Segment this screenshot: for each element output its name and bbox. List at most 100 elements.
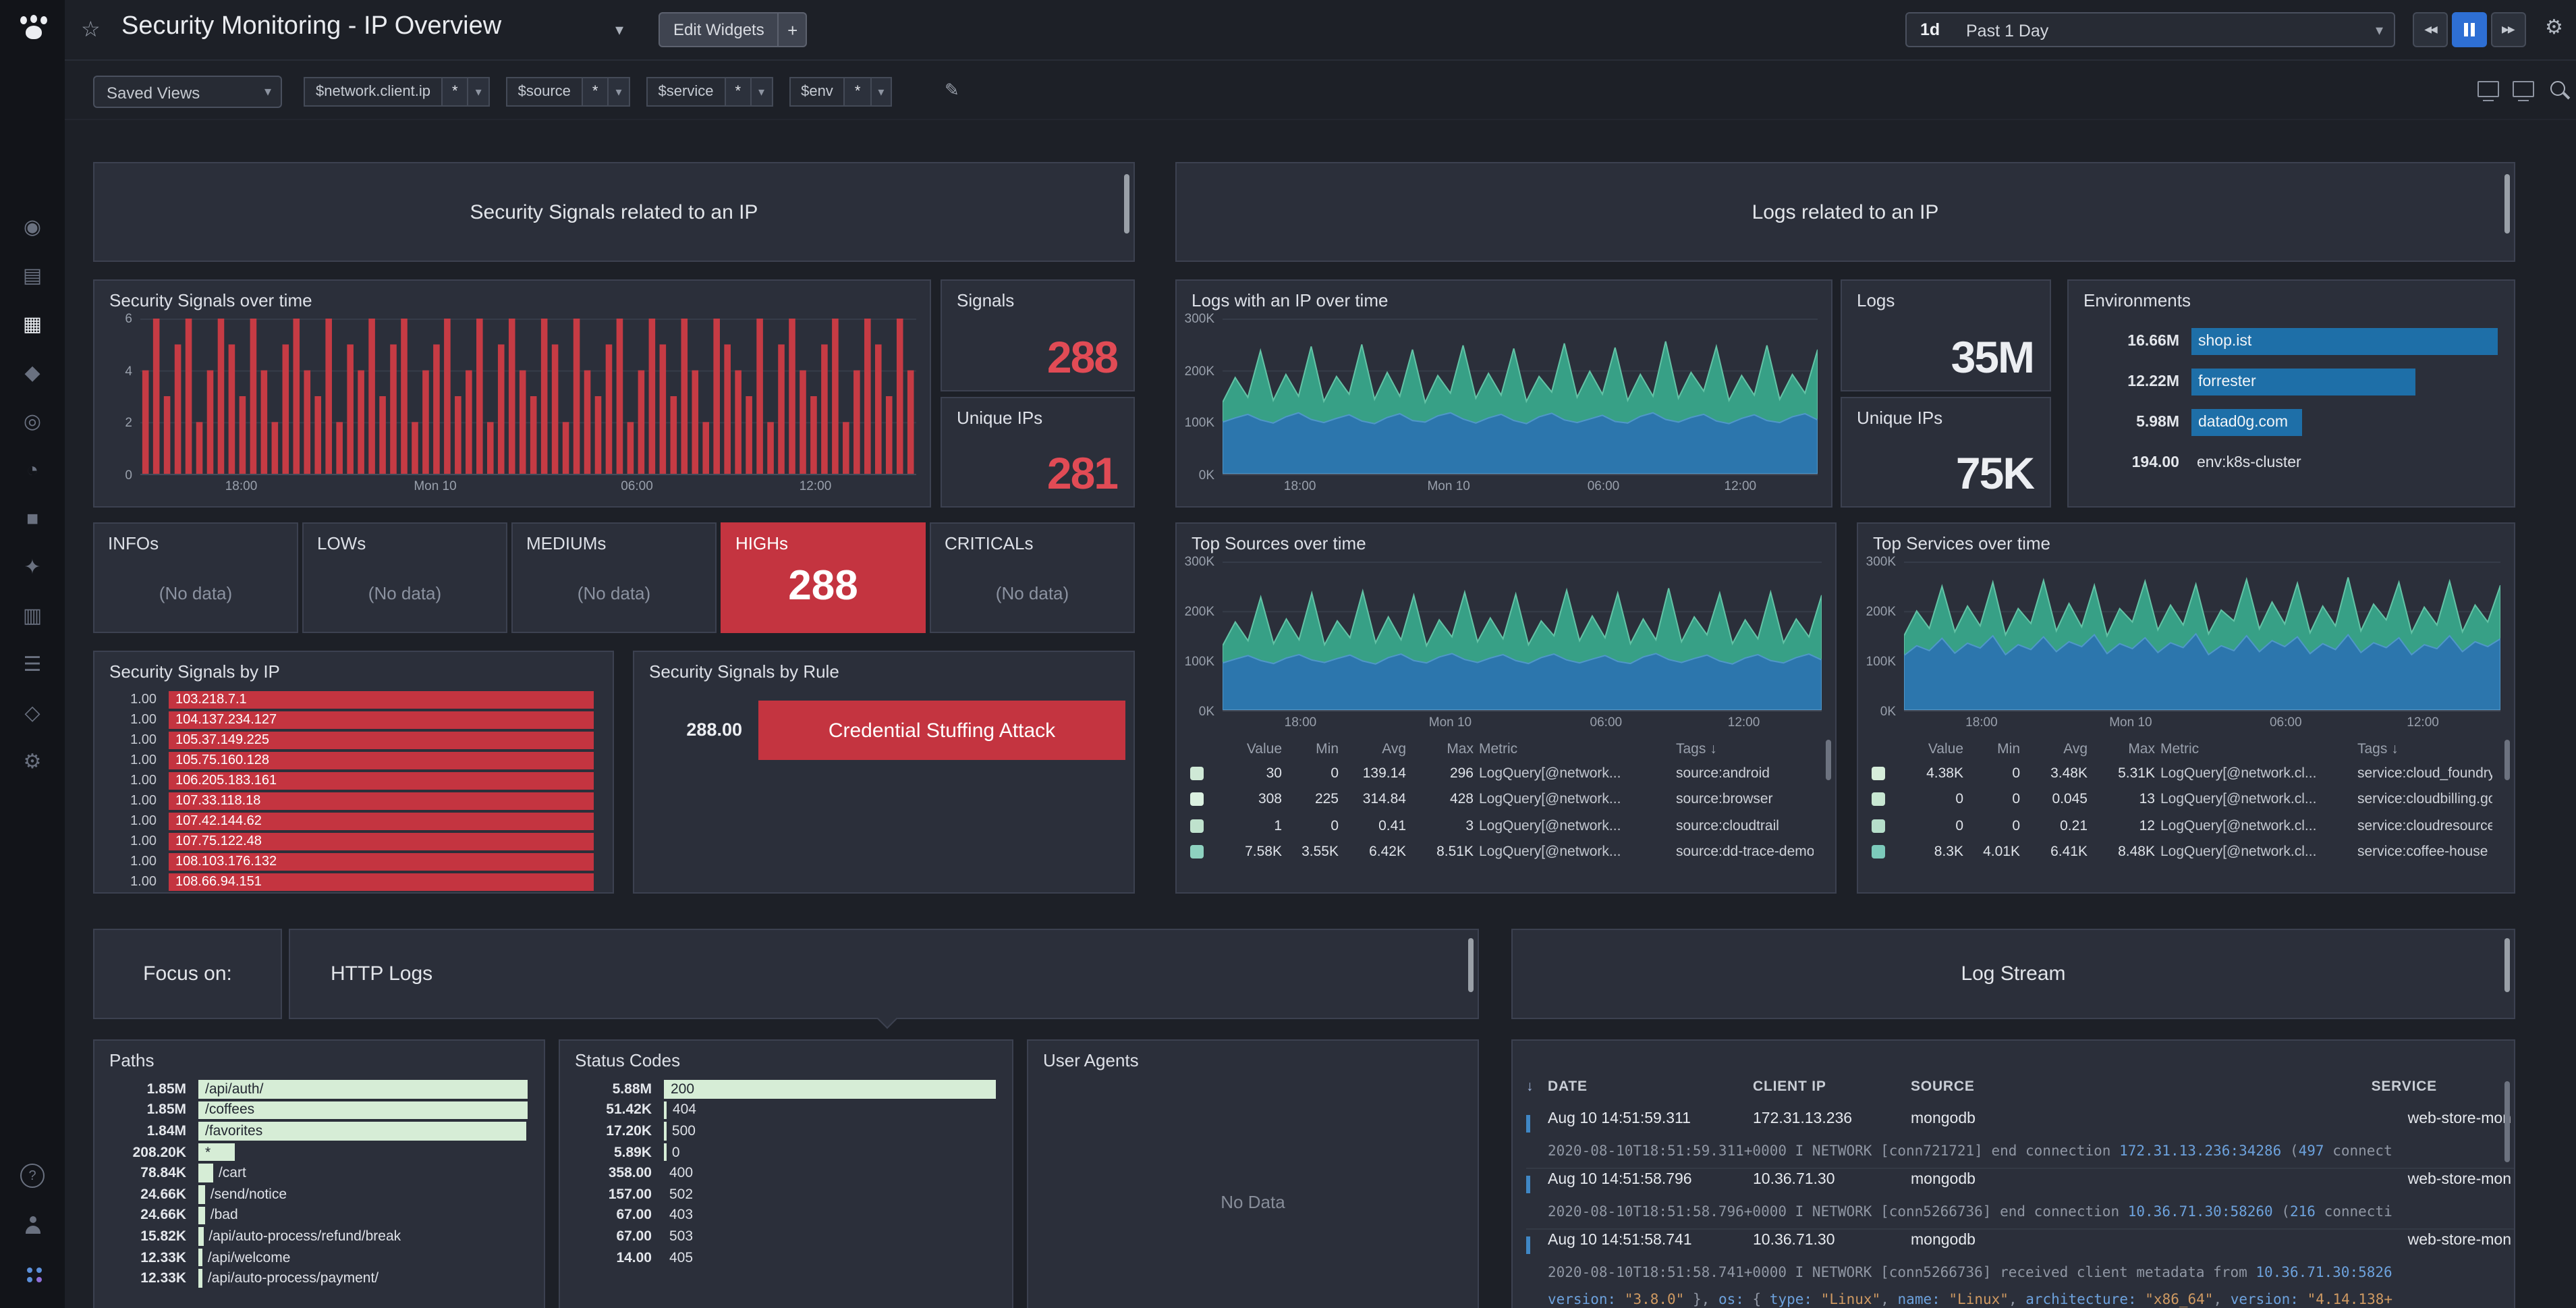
toplist-row[interactable]: 1.00108.103.176.132: [105, 852, 594, 872]
toplist-row[interactable]: 15.82K/api/auto-process/refund/break: [108, 1226, 528, 1247]
legend-row[interactable]: 8.3K4.01K6.41K8.48KLogQuery[@network.cl.…: [1872, 839, 2492, 865]
toplist-row[interactable]: 208.20K*: [108, 1142, 528, 1163]
toplist-row[interactable]: 16.66Mshop.ist: [2082, 321, 2498, 362]
rule-bar[interactable]: Credential Stuffing Attack: [758, 701, 1125, 760]
logs-area-chart[interactable]: 300K200K100K0K18:00Mon 1006:0012:00: [1182, 319, 1818, 495]
column-service[interactable]: SERVICE: [2372, 1079, 2437, 1095]
toplist-row[interactable]: 78.84K/cart: [108, 1163, 528, 1184]
datadog-logo[interactable]: [19, 16, 49, 43]
toplist-row[interactable]: 24.66K/bad: [108, 1205, 528, 1226]
column-client-ip[interactable]: CLIENT IP: [1753, 1079, 1826, 1095]
scrollbar[interactable]: [1468, 938, 1474, 992]
toplist-row[interactable]: 1.00107.42.144.62: [105, 811, 594, 832]
legend-row[interactable]: 308225314.84428LogQuery[@network...sourc…: [1190, 786, 1814, 813]
saved-views-select[interactable]: Saved Views ▾: [93, 76, 282, 108]
legend-row[interactable]: 100.413LogQuery[@network...source:cloudt…: [1190, 813, 1814, 839]
toplist-row[interactable]: 12.33K/api/welcome: [108, 1247, 528, 1268]
toplist-row[interactable]: 194.00env:k8s-cluster: [2082, 443, 2498, 483]
scrollbar[interactable]: [2504, 938, 2510, 992]
toplist-row[interactable]: 1.00103.218.7.1: [105, 690, 594, 710]
severity-highs[interactable]: HIGHs288: [721, 522, 926, 633]
scrollbar[interactable]: [1826, 740, 1831, 780]
apm-icon[interactable]: ✦: [0, 543, 65, 591]
log-entry[interactable]: Aug 10 14:51:58.74110.36.71.30mongodbweb…: [1526, 1228, 2514, 1308]
template-variable[interactable]: $source*▾: [506, 77, 630, 107]
security-signals-bar-chart[interactable]: 642018:00Mon 1006:0012:00: [100, 319, 916, 495]
legend-row[interactable]: 4.38K03.48K5.31KLogQuery[@network.cl...s…: [1872, 760, 2492, 786]
time-pause-button[interactable]: [2452, 12, 2487, 47]
template-variable[interactable]: $service*▾: [646, 77, 773, 107]
toplist-row[interactable]: 1.85M/coffees: [108, 1099, 528, 1120]
column-date[interactable]: DATE: [1548, 1079, 1588, 1095]
legend-row[interactable]: 000.04513LogQuery[@network.cl...service:…: [1872, 786, 2492, 813]
fullscreen-icon[interactable]: [2513, 81, 2534, 97]
watchdog-icon[interactable]: ◉: [0, 202, 65, 251]
scrollbar[interactable]: [2504, 740, 2510, 780]
toplist-row[interactable]: 157.00502: [573, 1184, 996, 1205]
severity-lows[interactable]: LOWs(No data): [302, 522, 507, 633]
logs-icon[interactable]: ☰: [0, 640, 65, 688]
legend-row[interactable]: 000.2112LogQuery[@network.cl...service:c…: [1872, 813, 2492, 839]
metrics-icon[interactable]: ◔: [0, 445, 65, 494]
severity-criticals[interactable]: CRITICALs(No data): [930, 522, 1135, 633]
toplist-row[interactable]: 5.89K0: [573, 1142, 996, 1163]
toplist-row[interactable]: 1.00104.137.234.127: [105, 710, 594, 730]
title-chevron-down-icon[interactable]: ▾: [615, 20, 623, 39]
bits-icon[interactable]: [0, 1249, 65, 1297]
gear-icon[interactable]: ⚙: [2545, 15, 2563, 39]
toplist-row[interactable]: 1.00107.75.122.48: [105, 832, 594, 852]
time-forward-button[interactable]: ◀◀: [2491, 12, 2526, 47]
toplist-row[interactable]: 1.00106.205.183.161: [105, 771, 594, 791]
toplist-row[interactable]: 1.00105.37.149.225: [105, 730, 594, 751]
template-variable[interactable]: $network.client.ip*▾: [304, 77, 490, 107]
toplist-row[interactable]: 14.00405: [573, 1247, 996, 1268]
toplist-row[interactable]: 1.00108.66.94.151: [105, 872, 594, 892]
top-services-area-chart[interactable]: 300K200K100K0K18:00Mon 1006:0012:00: [1864, 562, 2500, 732]
log-entry[interactable]: Aug 10 14:51:59.311172.31.13.236mongodbw…: [1526, 1108, 2514, 1168]
time-back-button[interactable]: ◀◀: [2413, 12, 2448, 47]
notebooks-icon[interactable]: ▥: [0, 591, 65, 640]
edit-widgets-button[interactable]: Edit Widgets +: [659, 12, 808, 47]
template-variable[interactable]: $env*▾: [789, 77, 892, 107]
toplist-row[interactable]: 17.20K500: [573, 1120, 996, 1141]
severity-infos[interactable]: INFOs(No data): [93, 522, 298, 633]
security-icon[interactable]: ◇: [0, 688, 65, 737]
legend-row[interactable]: 7.58K3.55K6.42K8.51KLogQuery[@network...…: [1190, 839, 1814, 865]
toplist-row[interactable]: 1.84M/favorites: [108, 1120, 528, 1141]
toplist-row[interactable]: 1.00105.75.160.128: [105, 751, 594, 771]
help-icon[interactable]: ?: [0, 1151, 65, 1200]
legend-row[interactable]: 300139.14296LogQuery[@network...source:a…: [1190, 760, 1814, 786]
column-source[interactable]: SOURCE: [1911, 1079, 1975, 1095]
scrollbar[interactable]: [2504, 1081, 2510, 1162]
integrations-icon[interactable]: ■: [0, 494, 65, 543]
edit-variables-pencil-icon[interactable]: ✎: [945, 80, 959, 101]
toplist-row[interactable]: 5.88M200: [573, 1079, 996, 1099]
toplist-row[interactable]: 51.42K404: [573, 1099, 996, 1120]
favorite-star-icon[interactable]: ☆: [81, 16, 101, 43]
toplist-row[interactable]: 5.98Mdatad0g.com: [2082, 402, 2498, 443]
user-icon[interactable]: [0, 1200, 65, 1249]
scrollbar[interactable]: [2504, 174, 2510, 234]
infrastructure-icon[interactable]: ◆: [0, 348, 65, 397]
tv-mode-icon[interactable]: [2477, 81, 2499, 97]
toplist-row[interactable]: 12.22Mforrester: [2082, 362, 2498, 402]
events-icon[interactable]: ▤: [0, 251, 65, 300]
toplist-row[interactable]: 1.00107.33.118.18: [105, 791, 594, 811]
dashboards-icon[interactable]: ▦: [0, 300, 65, 348]
settings-icon[interactable]: ⚙: [0, 737, 65, 786]
log-entry[interactable]: Aug 10 14:51:58.79610.36.71.30mongodbweb…: [1526, 1168, 2514, 1228]
toplist-row[interactable]: 1.85M/api/auth/: [108, 1079, 528, 1099]
toplist-row[interactable]: 67.00503: [573, 1226, 996, 1247]
toplist-row[interactable]: 358.00400: [573, 1163, 996, 1184]
add-widget-plus-icon[interactable]: +: [778, 13, 806, 46]
sort-arrow-icon[interactable]: ↓: [1526, 1079, 1534, 1095]
toplist-row[interactable]: 24.66K/send/notice: [108, 1184, 528, 1205]
time-range-select[interactable]: 1d Past 1 Day ▾: [1905, 12, 2395, 47]
monitors-icon[interactable]: ◎: [0, 397, 65, 445]
scrollbar[interactable]: [1124, 174, 1129, 234]
search-icon[interactable]: [2550, 81, 2565, 96]
top-sources-area-chart[interactable]: 300K200K100K0K18:00Mon 1006:0012:00: [1182, 562, 1822, 732]
toplist-row[interactable]: 67.00403: [573, 1205, 996, 1226]
severity-mediums[interactable]: MEDIUMs(No data): [511, 522, 717, 633]
toplist-row[interactable]: 12.33K/api/auto-process/payment/: [108, 1268, 528, 1289]
